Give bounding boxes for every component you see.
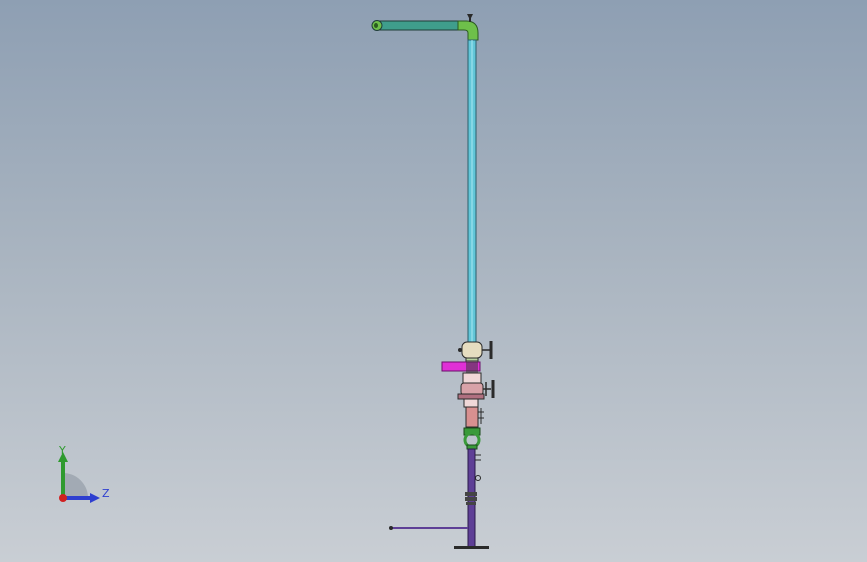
z-arrow-icon xyxy=(90,493,100,503)
x-axis-dot xyxy=(59,494,67,502)
lower-pipe[interactable] xyxy=(465,448,481,548)
horizontal-pipe[interactable] xyxy=(371,20,467,31)
graphics-viewport[interactable]: Y Z xyxy=(0,0,867,562)
drain-line[interactable] xyxy=(389,526,468,530)
triad-quadrant xyxy=(63,473,88,498)
pipe-assembly-model[interactable] xyxy=(0,0,867,562)
green-fitting[interactable] xyxy=(463,427,481,450)
vertical-pipe[interactable] xyxy=(467,39,477,343)
y-axis-label: Y xyxy=(59,444,66,457)
z-axis-label: Z xyxy=(102,487,110,500)
orientation-triad: Y Z xyxy=(50,440,120,510)
pipe-elbow[interactable] xyxy=(457,14,479,41)
magenta-branch[interactable] xyxy=(441,360,481,373)
lower-valve[interactable] xyxy=(457,372,495,428)
base-plate[interactable] xyxy=(454,546,489,549)
